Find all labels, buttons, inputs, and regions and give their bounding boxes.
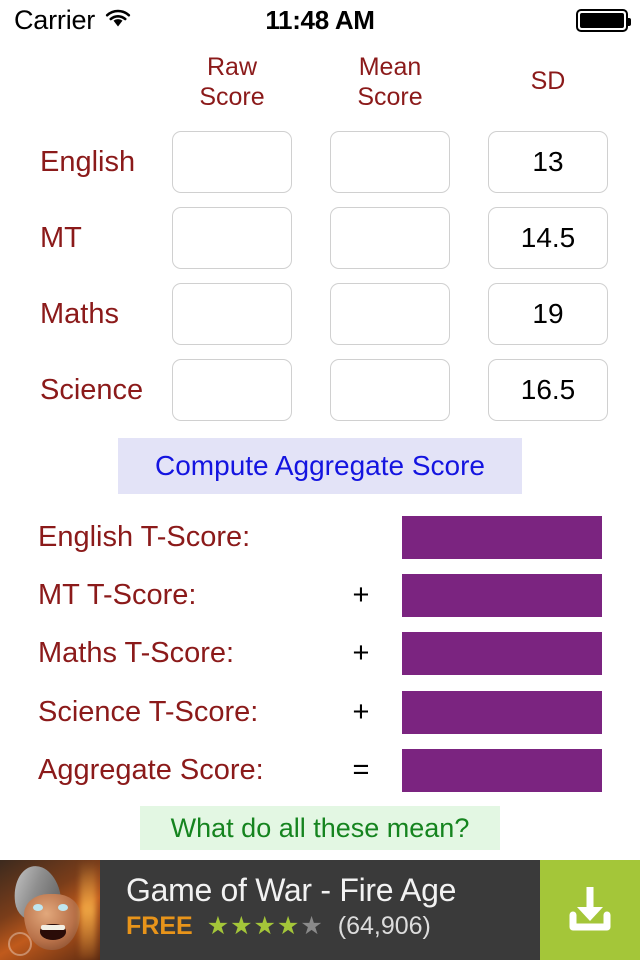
header-raw-score: Raw Score (172, 52, 292, 112)
result-label-aggregate: Aggregate Score: (38, 754, 264, 787)
ad-download-button[interactable] (540, 860, 640, 960)
result-label-maths: Maths T-Score: (38, 637, 235, 670)
raw-score-input-science[interactable] (172, 359, 292, 421)
download-icon (563, 881, 617, 940)
row-label-english: English (40, 145, 136, 178)
result-label-mt: MT T-Score: (38, 579, 197, 612)
table-row: MT 14.5 (0, 200, 640, 276)
sd-input-science[interactable]: 16.5 (488, 359, 608, 421)
ad-title: Game of War - Fire Age (126, 872, 457, 908)
table-header-row: Raw Score Mean Score SD (0, 52, 640, 124)
header-raw-score-line2: Score (199, 83, 265, 111)
result-value-mt (402, 574, 602, 618)
sd-input-mt[interactable]: 14.5 (488, 207, 608, 269)
status-bar: Carrier 11:48 AM (0, 0, 640, 40)
result-label-science: Science T-Score: (38, 695, 259, 728)
results-section: English T-Score: MT T-Score: + Maths T-S… (0, 508, 640, 800)
ad-rating-count: (64,906) (337, 912, 431, 940)
mean-score-input-maths[interactable] (330, 283, 450, 345)
compute-aggregate-score-button[interactable]: Compute Aggregate Score (118, 438, 522, 494)
raw-score-input-english[interactable] (172, 131, 292, 193)
row-label-mt: MT (40, 221, 82, 254)
header-mean-score: Mean Score (330, 52, 450, 112)
header-mean-score-line1: Mean (358, 53, 422, 81)
header-raw-score-line1: Raw (206, 53, 257, 81)
game-app-icon (0, 860, 100, 960)
score-input-table: Raw Score Mean Score SD English 13 MT 14… (0, 52, 640, 428)
raw-score-input-mt[interactable] (172, 207, 292, 269)
what-do-these-mean-button[interactable]: What do all these mean? (140, 806, 500, 850)
table-row: English 13 (0, 124, 640, 200)
result-row-english: English T-Score: (0, 508, 640, 566)
ad-banner[interactable]: Game of War - Fire Age FREE ★★★★★ (64,90… (0, 860, 640, 960)
ad-subline: FREE ★★★★★ (64,906) (126, 912, 540, 941)
result-operator-science: + (352, 695, 370, 728)
result-value-maths (402, 632, 602, 676)
result-value-english (402, 515, 602, 559)
ad-price-label: FREE (126, 912, 193, 940)
battery-full-icon (576, 9, 631, 32)
row-label-science: Science (40, 373, 144, 406)
raw-score-input-maths[interactable] (172, 283, 292, 345)
result-row-science: Science T-Score: + (0, 683, 640, 741)
result-label-english: English T-Score: (38, 520, 251, 553)
mean-score-input-science[interactable] (330, 359, 450, 421)
result-operator-maths: + (352, 637, 370, 670)
mean-score-input-english[interactable] (330, 131, 450, 193)
ad-body: Game of War - Fire Age FREE ★★★★★ (64,90… (100, 860, 540, 960)
clock-time: 11:48 AM (265, 4, 375, 35)
result-value-aggregate (402, 749, 602, 793)
header-mean-score-line2: Score (357, 83, 423, 111)
result-row-aggregate: Aggregate Score: = (0, 742, 640, 800)
result-row-mt: MT T-Score: + (0, 566, 640, 624)
mean-score-input-mt[interactable] (330, 207, 450, 269)
result-operator-aggregate: = (352, 754, 370, 787)
row-label-maths: Maths (40, 297, 119, 330)
result-operator-mt: + (352, 579, 370, 612)
ad-star-rating: ★★★★★ (206, 912, 324, 940)
result-row-maths: Maths T-Score: + (0, 625, 640, 683)
sd-input-maths[interactable]: 19 (488, 283, 608, 345)
sd-input-english[interactable]: 13 (488, 131, 608, 193)
table-row: Science 16.5 (0, 352, 640, 428)
result-value-science (402, 690, 602, 734)
table-row: Maths 19 (0, 276, 640, 352)
header-sd: SD (530, 67, 566, 95)
